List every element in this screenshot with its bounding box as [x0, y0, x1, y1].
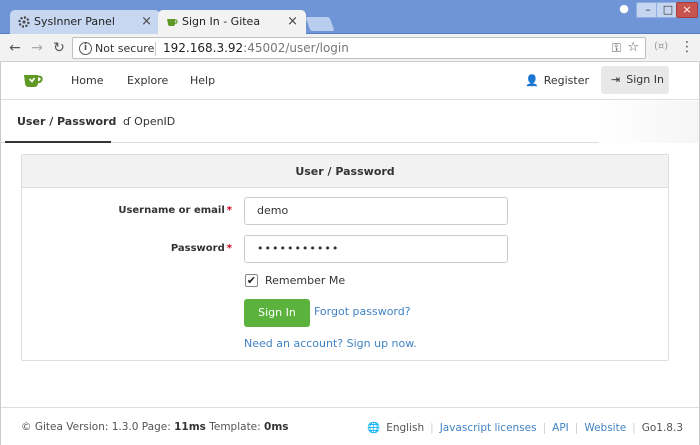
top-navigation: Home Explore Help 👤 Register ⇥ Sign In [1, 62, 699, 100]
info-icon[interactable]: i [79, 42, 92, 55]
template-time: 0ms [264, 421, 289, 433]
form-header: User / Password [22, 155, 668, 188]
openid-icon: ɗ [123, 115, 131, 128]
tab-title: Sign In - Gitea [182, 15, 261, 28]
tab-sign-in-gitea[interactable]: Sign In - Gitea × [158, 10, 306, 34]
address-bar[interactable]: i Not secure 192.168.3.92:45002/user/log… [72, 37, 646, 59]
close-window-button[interactable]: × [676, 2, 698, 18]
back-arrow-icon[interactable]: ← [6, 39, 24, 57]
website-link[interactable]: Website [584, 422, 626, 434]
page-content: Home Explore Help 👤 Register ⇥ Sign In Use… [0, 62, 700, 445]
extension-icon[interactable]: (¤) [654, 41, 668, 52]
forgot-password-link[interactable]: Forgot password? [314, 305, 411, 318]
star-icon[interactable]: ☆ [627, 40, 639, 55]
username-label-text: Username or email [118, 205, 225, 216]
nav-help[interactable]: Help [190, 74, 215, 87]
close-icon[interactable]: × [141, 10, 152, 34]
new-tab-button[interactable] [305, 17, 335, 31]
tab-user-password[interactable]: User / Password [17, 115, 116, 128]
security-label[interactable]: Not secure [95, 42, 154, 55]
profile-icon[interactable]: ● [612, 2, 636, 18]
go-version: Go1.8.3 [641, 421, 683, 434]
key-icon[interactable]: ⚿ [612, 41, 621, 56]
menu-icon[interactable]: ⋮ [680, 39, 694, 55]
tab-openid[interactable]: ɗ OpenID [123, 115, 175, 128]
required-marker: * [226, 243, 232, 254]
divider [155, 42, 156, 56]
reload-icon[interactable]: ↻ [50, 39, 68, 57]
required-marker: * [226, 205, 232, 216]
api-link[interactable]: API [552, 422, 569, 434]
tab-title: SysInner Panel [34, 15, 115, 28]
auth-tabs: User / Password ɗ OpenID [1, 101, 699, 143]
password-label: Password * [62, 243, 232, 254]
active-tab-indicator [5, 141, 111, 143]
sign-in-icon: ⇥ [611, 73, 621, 86]
footer-links: 🌐 English | Javascript licenses | API | … [367, 421, 683, 435]
divider: | [542, 421, 547, 434]
gitea-logo-icon [167, 19, 178, 26]
nav-register[interactable]: 👤 Register [525, 74, 589, 87]
template-text: Template: [205, 421, 265, 433]
browser-titlebar: SysInner Panel × Sign In - Gitea × ● – □… [0, 0, 700, 34]
globe-icon: 🌐 [367, 422, 381, 434]
url-host: 192.168.3.92 [163, 41, 244, 55]
nav-home[interactable]: Home [71, 74, 103, 87]
browser-toolbar: ← → ↻ i Not secure 192.168.3.92:45002/us… [0, 34, 700, 62]
gear-icon [18, 16, 30, 28]
password-label-text: Password [170, 243, 225, 254]
tab-sysinner-panel[interactable]: SysInner Panel × [10, 10, 160, 34]
remember-me-label[interactable]: Remember Me [265, 274, 345, 287]
username-label: Username or email * [62, 205, 232, 216]
register-label: Register [543, 74, 589, 87]
footer-version: © Gitea Version: 1.3.0 Page: 11ms Templa… [21, 421, 289, 433]
sign-up-link[interactable]: Need an account? Sign up now. [244, 337, 417, 350]
tabs-shade [599, 101, 699, 143]
language-selector[interactable]: English [386, 422, 424, 434]
user-icon: 👤 [525, 74, 539, 87]
js-licenses-link[interactable]: Javascript licenses [440, 422, 537, 434]
url-path: :45002/user/login [243, 41, 349, 55]
forward-arrow-icon[interactable]: → [28, 39, 46, 57]
remember-me-checkbox[interactable]: ✔ [245, 274, 258, 287]
password-input[interactable]: ••••••••••• [244, 235, 508, 263]
login-form: User / Password Username or email * demo … [21, 154, 669, 361]
nav-sign-in-button[interactable]: ⇥ Sign In [601, 66, 669, 94]
sign-in-label: Sign In [626, 73, 664, 86]
divider: | [632, 421, 636, 434]
divider: | [574, 421, 579, 434]
gitea-logo-icon[interactable] [23, 71, 43, 89]
divider: | [430, 421, 434, 434]
version-text: © Gitea Version: 1.3.0 Page: [21, 421, 175, 433]
nav-explore[interactable]: Explore [127, 74, 168, 87]
page-time: 11ms [174, 421, 206, 433]
openid-label: OpenID [134, 115, 176, 128]
close-icon[interactable]: × [287, 10, 298, 34]
username-input[interactable]: demo [244, 197, 508, 225]
url-text[interactable]: 192.168.3.92:45002/user/login [163, 41, 349, 55]
footer: © Gitea Version: 1.3.0 Page: 11ms Templa… [1, 407, 699, 445]
sign-in-button[interactable]: Sign In [244, 299, 310, 327]
